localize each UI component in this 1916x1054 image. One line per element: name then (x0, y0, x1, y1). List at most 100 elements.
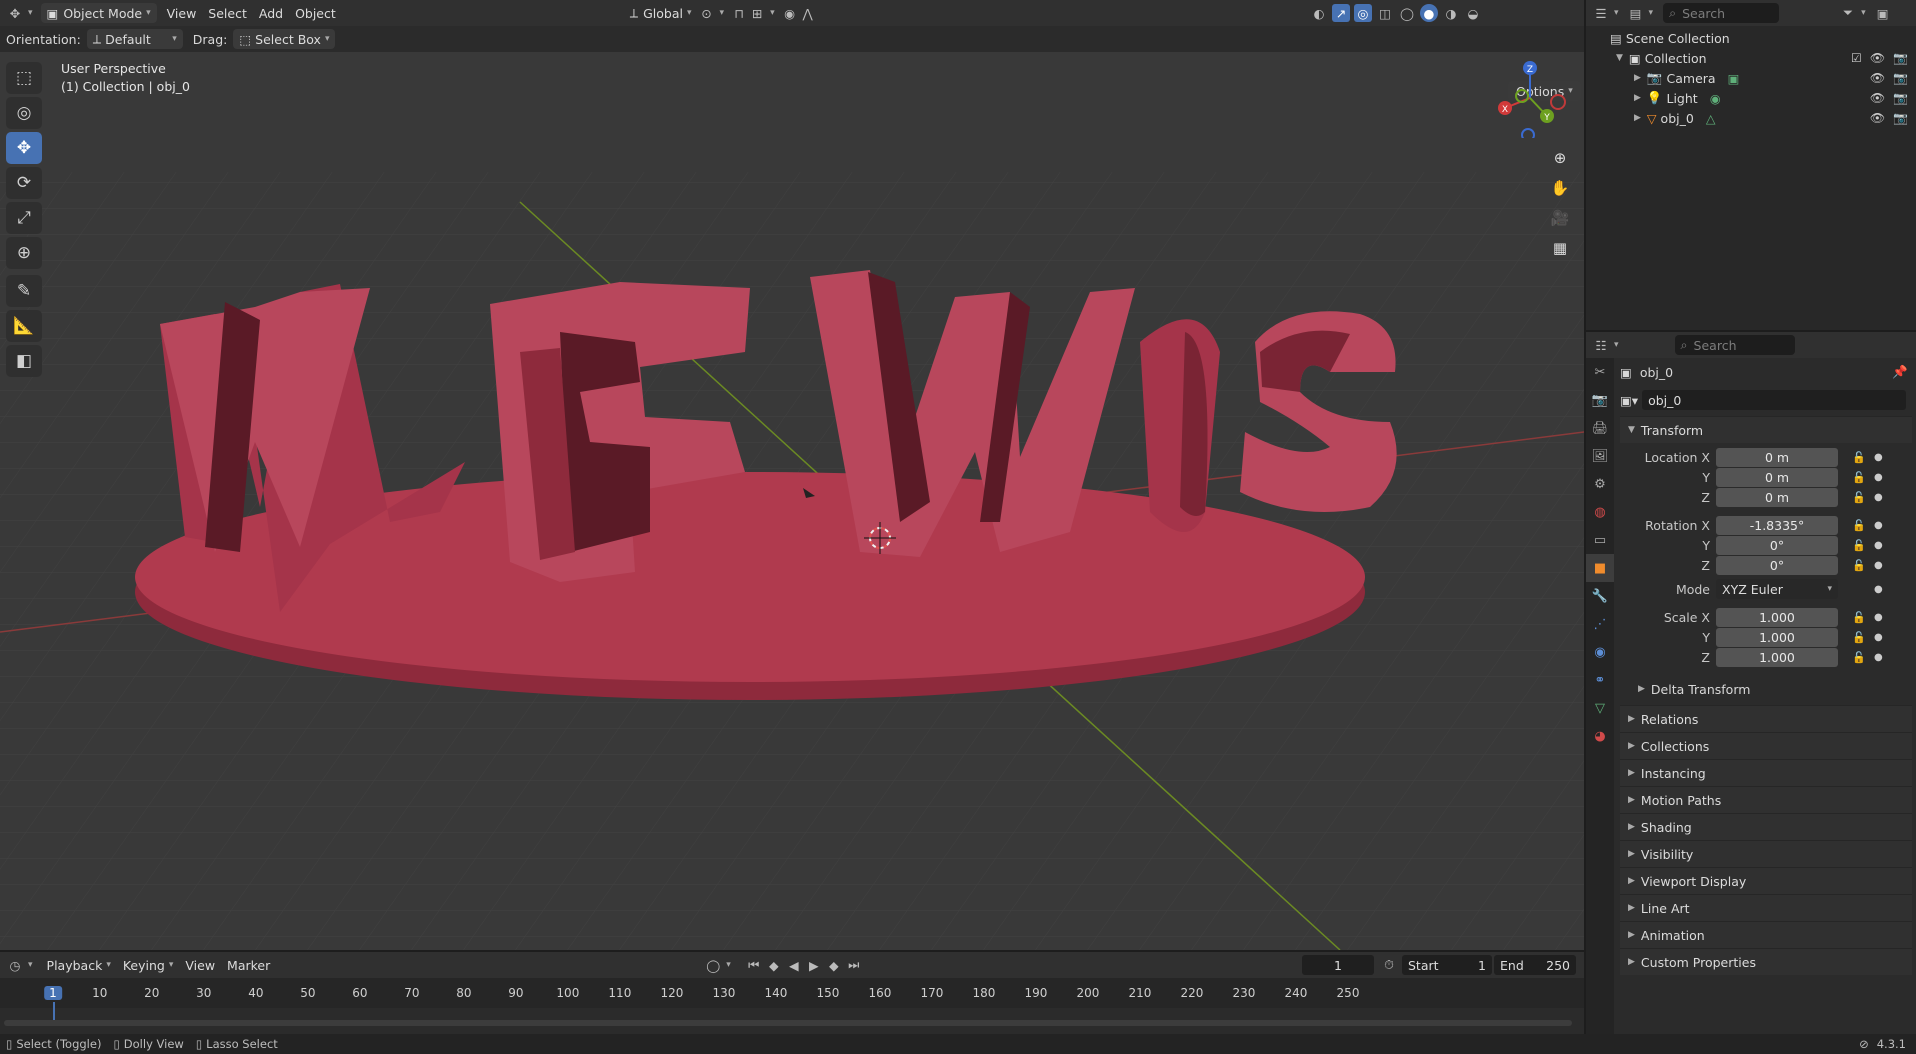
zoom-icon[interactable]: ⊕ (1546, 144, 1574, 172)
chevron-right-icon[interactable]: ▶ (1634, 113, 1641, 123)
keying-menu[interactable]: Keying ▾ (117, 955, 180, 975)
cursor-tool-icon[interactable]: ◎ (6, 97, 42, 129)
select-tool-icon[interactable]: ⬚ (6, 62, 42, 94)
collection-tab-icon[interactable]: ▭ (1586, 526, 1614, 554)
location-x-field[interactable]: 0 m (1716, 447, 1838, 467)
keyframe-dot-icon[interactable]: ● (1874, 612, 1883, 623)
view-layer-tab-icon[interactable]: 🖼 (1586, 442, 1614, 470)
camera-render-icon[interactable]: 📷 (1893, 111, 1908, 125)
chevron-right-icon[interactable]: ▶ (1634, 73, 1641, 83)
properties-search-input[interactable]: ⌕ Search (1674, 335, 1795, 355)
mode-select[interactable]: ▣ Object Mode ▾ (40, 3, 157, 23)
keyframe-dot-icon[interactable]: ● (1874, 452, 1883, 463)
play-icon[interactable]: ▶ (805, 956, 823, 974)
visibility-icon[interactable]: ◐ (1310, 4, 1328, 22)
outliner-item-light[interactable]: ▶ 💡 Light ◉ 👁 📷 (1586, 88, 1916, 108)
overlay-icon[interactable]: ◎ (1354, 4, 1372, 22)
outliner-item-camera[interactable]: ▶ 📷 Camera ▣ 👁 📷 (1586, 68, 1916, 88)
stopwatch-icon[interactable]: ⏱ (1380, 956, 1398, 974)
lock-icon[interactable]: 🔓 (1852, 611, 1866, 624)
lock-icon[interactable]: 🔓 (1852, 631, 1866, 644)
keyframe-dot-icon[interactable]: ● (1874, 472, 1883, 483)
proportional-edit-icon[interactable]: ◉ (781, 4, 799, 22)
lock-icon[interactable]: 🔓 (1852, 471, 1866, 484)
lock-icon[interactable]: 🔓 (1852, 451, 1866, 464)
snap-target-icon[interactable]: ⊞ (748, 4, 766, 22)
new-collection-icon[interactable]: ▣ (1874, 4, 1892, 22)
physics-tab-icon[interactable]: ◉ (1586, 638, 1614, 666)
viewport-display-panel[interactable]: ▶ Viewport Display (1620, 867, 1912, 894)
menu-select[interactable]: Select (202, 3, 253, 23)
falloff-icon[interactable]: ⋀ (799, 4, 817, 22)
timeline-ruler[interactable]: 1 10 20 30 40 50 60 70 80 90 100 110 120 130 140 150 160… (0, 978, 1584, 1022)
filter-icon[interactable]: ⏷ (1839, 4, 1857, 22)
eye-icon[interactable]: 👁 (1870, 71, 1885, 85)
pan-hand-icon[interactable]: ✋ (1546, 174, 1574, 202)
camera-view-icon[interactable]: 🎥 (1546, 204, 1574, 232)
scale-y-field[interactable]: 1.000 (1716, 627, 1838, 647)
wireframe-shading-icon[interactable]: ◯ (1398, 4, 1416, 22)
keyframe-dot-icon[interactable]: ● (1874, 520, 1883, 531)
xray-icon[interactable]: ◫ (1376, 4, 1394, 22)
constraints-tab-icon[interactable]: ⚭ (1586, 666, 1614, 694)
material-tab-icon[interactable]: ◕ (1586, 722, 1614, 750)
rotation-x-field[interactable]: -1.8335° (1716, 515, 1838, 535)
menu-view[interactable]: View (161, 3, 203, 23)
pivot-icon[interactable]: ⊙ (698, 4, 716, 22)
custom-properties-panel[interactable]: ▶ Custom Properties (1620, 948, 1912, 975)
playhead-line[interactable] (53, 1002, 55, 1022)
collections-panel[interactable]: ▶ Collections (1620, 732, 1912, 759)
instancing-panel[interactable]: ▶ Instancing (1620, 759, 1912, 786)
keyframe-dot-icon[interactable]: ● (1874, 540, 1883, 551)
properties-editor-icon[interactable]: ☷ (1592, 336, 1610, 354)
orientation-select[interactable]: ⟂ Default ▾ (86, 29, 183, 49)
rendered-shading-icon[interactable]: ◒ (1464, 4, 1482, 22)
menu-add[interactable]: Add (253, 3, 289, 23)
eye-icon[interactable]: 👁 (1870, 51, 1885, 65)
camera-render-icon[interactable]: 📷 (1893, 71, 1908, 85)
object-name-field[interactable]: obj_0 (1642, 390, 1907, 410)
motion-paths-panel[interactable]: ▶ Motion Paths (1620, 786, 1912, 813)
menu-object[interactable]: Object (289, 3, 342, 23)
particles-tab-icon[interactable]: ⋰ (1586, 610, 1614, 638)
keyframe-dot-icon[interactable]: ● (1874, 584, 1883, 595)
visibility-panel[interactable]: ▶ Visibility (1620, 840, 1912, 867)
rotation-y-field[interactable]: 0° (1716, 535, 1838, 555)
3d-viewport[interactable]: User Perspective (1) Collection | obj_0 … (0, 52, 1584, 950)
location-y-field[interactable]: 0 m (1716, 467, 1838, 487)
auto-keying-icon[interactable]: ◯ (704, 956, 722, 974)
chevron-right-icon[interactable]: ▶ (1634, 93, 1641, 103)
lock-icon[interactable]: 🔓 (1852, 651, 1866, 664)
shading-panel[interactable]: ▶ Shading (1620, 813, 1912, 840)
rotate-tool-icon[interactable]: ⟳ (6, 167, 42, 199)
pin-icon[interactable]: 📌 (1892, 364, 1908, 380)
current-frame-field[interactable]: 1 (1302, 955, 1374, 975)
scale-z-field[interactable]: 1.000 (1716, 647, 1838, 667)
delta-transform-subpanel[interactable]: ▶ Delta Transform (1616, 679, 1916, 699)
scene-tab-icon[interactable]: ⚙ (1586, 470, 1614, 498)
render-tab-icon[interactable]: 📷 (1586, 386, 1614, 414)
timeline-editor-icon[interactable]: ◷ (6, 956, 24, 974)
display-mode-icon[interactable]: ▤ (1627, 4, 1645, 22)
end-frame-field[interactable]: End 250 (1494, 955, 1576, 975)
move-tool-icon[interactable]: ✥ (6, 132, 42, 164)
eye-icon[interactable]: 👁 (1870, 91, 1885, 105)
marker-menu[interactable]: Marker (221, 955, 276, 975)
keyframe-dot-icon[interactable]: ● (1874, 492, 1883, 503)
timeline-scrollbar[interactable] (4, 1020, 1572, 1026)
annotate-tool-icon[interactable]: ✎ (6, 275, 42, 307)
object-data-icon[interactable]: ▣▾ (1620, 393, 1638, 408)
world-tab-icon[interactable]: ◍ (1586, 498, 1614, 526)
jump-start-icon[interactable]: ⏮ (745, 956, 763, 974)
start-frame-field[interactable]: Start 1 (1402, 955, 1492, 975)
gizmo-toggle-icon[interactable]: ↗ (1332, 4, 1350, 22)
material-shading-icon[interactable]: ◑ (1442, 4, 1460, 22)
add-cube-tool-icon[interactable]: ◧ (6, 345, 42, 377)
outliner-scene-collection[interactable]: ▤ Scene Collection (1586, 28, 1916, 48)
camera-render-icon[interactable]: 📷 (1893, 51, 1908, 65)
relations-panel[interactable]: ▶ Relations (1620, 705, 1912, 732)
rotation-z-field[interactable]: 0° (1716, 555, 1838, 575)
rotation-mode-select[interactable]: XYZ Euler ▾ (1716, 579, 1838, 599)
modifier-tab-icon[interactable]: 🔧 (1586, 582, 1614, 610)
lock-icon[interactable]: 🔓 (1852, 491, 1866, 504)
